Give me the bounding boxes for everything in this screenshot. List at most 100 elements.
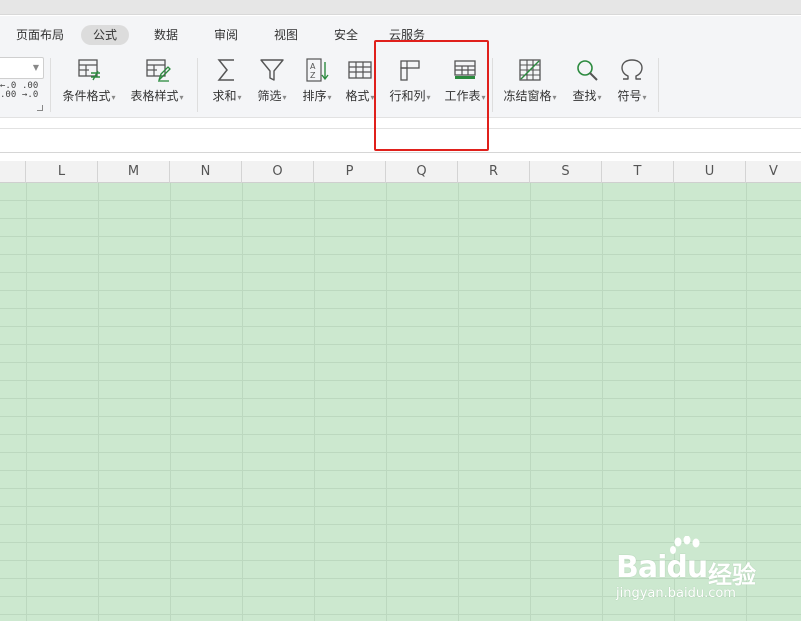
annotation-highlight-box bbox=[374, 40, 489, 151]
symbol-icon bbox=[621, 59, 643, 80]
baidu-jingyan-watermark: Baidu 经验 jingyan.baidu.com bbox=[616, 536, 766, 606]
grid-line bbox=[98, 183, 99, 621]
conditional-format-icon bbox=[78, 59, 100, 81]
svg-text:A: A bbox=[310, 62, 316, 71]
grid-line bbox=[0, 434, 801, 435]
tab-security[interactable]: 安全 bbox=[334, 25, 358, 45]
dropdown-arrow-icon: ▾ bbox=[237, 93, 242, 102]
ribbon-separator bbox=[50, 58, 51, 112]
watermark-jingyan: 经验 bbox=[708, 561, 756, 589]
grid-line bbox=[0, 326, 801, 327]
sort-label: 排序 bbox=[302, 89, 327, 103]
dropdown-arrow-icon: ▾ bbox=[282, 93, 287, 102]
symbol-button[interactable]: 符号▾ bbox=[612, 56, 652, 106]
tab-formulas[interactable]: 公式 bbox=[81, 25, 130, 45]
grid-line bbox=[0, 200, 801, 201]
decrease-decimal-button[interactable]: .00 →.0 bbox=[22, 82, 38, 100]
grid-line bbox=[314, 183, 315, 621]
dropdown-arrow-icon: ▾ bbox=[179, 93, 184, 102]
sort-button[interactable]: A Z 排序▾ bbox=[297, 56, 337, 106]
column-header-v[interactable]: V bbox=[746, 161, 801, 183]
symbol-label: 符号 bbox=[617, 89, 642, 103]
grid-line bbox=[170, 183, 171, 621]
column-header-n[interactable]: N bbox=[170, 161, 242, 183]
grid-line bbox=[0, 308, 801, 309]
column-header-s[interactable]: S bbox=[530, 161, 602, 183]
grid-line bbox=[0, 218, 801, 219]
grid-line bbox=[26, 183, 27, 621]
tab-review[interactable]: 审阅 bbox=[214, 25, 238, 45]
dropdown-arrow-icon: ▾ bbox=[597, 93, 602, 102]
grid-line bbox=[0, 506, 801, 507]
freeze-panes-label: 冻结窗格 bbox=[503, 89, 552, 103]
table-style-icon bbox=[146, 59, 171, 82]
filter-label: 筛选 bbox=[257, 89, 282, 103]
dropdown-arrow-icon: ▾ bbox=[327, 93, 332, 102]
conditional-format-button[interactable]: 条件格式▾ bbox=[58, 56, 120, 106]
format-icon bbox=[348, 61, 372, 79]
column-header-partial[interactable] bbox=[0, 161, 26, 183]
grid-line bbox=[0, 398, 801, 399]
grid-line bbox=[0, 272, 801, 273]
dialog-launcher-icon[interactable] bbox=[37, 105, 43, 111]
format-label: 格式 bbox=[345, 89, 370, 103]
column-header-o[interactable]: O bbox=[242, 161, 314, 183]
ribbon-separator bbox=[492, 58, 493, 112]
column-header-r[interactable]: R bbox=[458, 161, 530, 183]
column-header-t[interactable]: T bbox=[602, 161, 674, 183]
tab-data[interactable]: 数据 bbox=[154, 25, 178, 45]
table-style-label: 表格样式 bbox=[130, 89, 179, 103]
grid-line bbox=[0, 488, 801, 489]
grid-line bbox=[0, 452, 801, 453]
grid-line bbox=[0, 380, 801, 381]
window-top-strip bbox=[0, 0, 801, 15]
sum-button[interactable]: 求和▾ bbox=[207, 56, 247, 106]
tab-page-layout[interactable]: 页面布局 bbox=[16, 25, 64, 45]
column-header-row: L M N O P Q R S T U V bbox=[0, 161, 801, 183]
sum-label: 求和 bbox=[212, 89, 237, 103]
svg-text:Z: Z bbox=[310, 71, 316, 80]
find-icon bbox=[577, 60, 598, 81]
number-format-select[interactable]: ▼ bbox=[0, 57, 44, 79]
grid-line bbox=[0, 254, 801, 255]
grid-line bbox=[0, 470, 801, 471]
sort-icon: A Z bbox=[306, 58, 329, 82]
watermark-url: jingyan.baidu.com bbox=[616, 586, 736, 601]
sheet-grid[interactable]: Baidu 经验 jingyan.baidu.com bbox=[0, 183, 801, 621]
column-header-q[interactable]: Q bbox=[386, 161, 458, 183]
filter-icon bbox=[260, 59, 284, 81]
grid-line bbox=[0, 416, 801, 417]
grid-line bbox=[386, 183, 387, 621]
filter-button[interactable]: 筛选▾ bbox=[252, 56, 292, 106]
column-header-l[interactable]: L bbox=[26, 161, 98, 183]
dropdown-arrow-icon: ▾ bbox=[552, 93, 557, 102]
grid-line bbox=[0, 236, 801, 237]
column-header-p[interactable]: P bbox=[314, 161, 386, 183]
dropdown-arrow-icon: ▾ bbox=[111, 93, 116, 102]
ribbon-separator bbox=[658, 58, 659, 112]
find-button[interactable]: 查找▾ bbox=[567, 56, 607, 106]
grid-line bbox=[0, 290, 801, 291]
conditional-format-label: 条件格式 bbox=[62, 89, 111, 103]
watermark-bai: Bai bbox=[616, 550, 667, 585]
dropdown-arrow-icon: ▾ bbox=[642, 93, 647, 102]
increase-decimal-button[interactable]: ←.0.00 bbox=[0, 82, 16, 100]
grid-line bbox=[0, 362, 801, 363]
find-label: 查找 bbox=[572, 89, 597, 103]
grid-line bbox=[602, 183, 603, 621]
grid-line bbox=[530, 183, 531, 621]
chevron-down-icon: ▼ bbox=[32, 63, 39, 72]
ribbon-separator bbox=[197, 58, 198, 112]
freeze-panes-icon bbox=[519, 59, 541, 81]
grid-line bbox=[0, 614, 801, 615]
grid-line bbox=[242, 183, 243, 621]
grid-line bbox=[0, 524, 801, 525]
grid-line bbox=[458, 183, 459, 621]
table-style-button[interactable]: 表格样式▾ bbox=[126, 56, 188, 106]
watermark-brand: Baidu bbox=[616, 550, 708, 585]
column-header-m[interactable]: M bbox=[98, 161, 170, 183]
column-header-u[interactable]: U bbox=[674, 161, 746, 183]
watermark-du: du bbox=[666, 550, 708, 585]
freeze-panes-button[interactable]: 冻结窗格▾ bbox=[499, 56, 561, 106]
tab-view[interactable]: 视图 bbox=[274, 25, 298, 45]
